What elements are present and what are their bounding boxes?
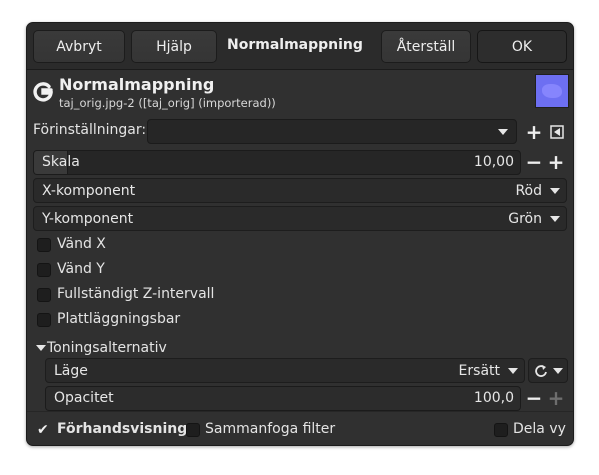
ok-button[interactable]: OK (477, 30, 567, 63)
y-component-label: Y-komponent (42, 210, 134, 227)
gegl-logo-icon (33, 82, 53, 102)
scale-label: Skala (42, 154, 80, 170)
tileable-label[interactable]: Plattläggningsbar (57, 311, 180, 327)
chevron-down-icon (550, 187, 560, 194)
footer-separator (27, 411, 573, 412)
preview-checkbox[interactable]: ✔ (37, 423, 51, 437)
chevron-down-icon (508, 367, 518, 374)
merge-filter-label[interactable]: Sammanfoga filter (205, 421, 335, 437)
full-z-label[interactable]: Fullständigt Z-intervall (57, 286, 214, 302)
header-bar: Avbryt Hjälp Normalmappning Återställ OK (27, 23, 573, 70)
opacity-fill (46, 387, 520, 410)
cancel-button[interactable]: Avbryt (33, 30, 125, 63)
flip-y-checkbox[interactable] (37, 263, 51, 277)
blend-mode-combo[interactable]: Läge Ersätt (45, 358, 525, 383)
full-z-checkbox[interactable] (37, 288, 51, 302)
y-component-combo[interactable]: Y-komponent Grön (33, 206, 567, 231)
chevron-down-icon (550, 215, 560, 222)
dialog-title: Normalmappning (227, 37, 363, 53)
opacity-label: Opacitet (54, 390, 114, 406)
composite-mode-icon (535, 364, 547, 377)
opacity-decrease-icon[interactable]: − (524, 387, 544, 409)
opacity-spinscale[interactable]: Opacitet 100,0 (45, 386, 521, 411)
chevron-down-icon (553, 367, 563, 374)
expander-arrow-icon[interactable] (36, 345, 46, 351)
flip-x-checkbox[interactable] (37, 238, 51, 252)
scale-increase-icon[interactable]: + (546, 151, 566, 173)
opacity-increase-icon[interactable]: + (546, 387, 566, 409)
add-preset-icon[interactable]: + (524, 121, 544, 143)
split-view-label[interactable]: Dela vy (513, 421, 566, 437)
scale-value: 10,00 (473, 154, 514, 170)
layer-thumbnail (535, 74, 569, 108)
x-component-combo[interactable]: X-komponent Röd (33, 178, 567, 203)
opacity-value: 100,0 (473, 390, 514, 406)
flip-y-label[interactable]: Vänd Y (57, 261, 105, 277)
x-component-value: Röd (515, 182, 542, 199)
operation-subtitle: taj_orig.jpg-2 ([taj_orig] (importerad)) (59, 96, 276, 110)
presets-combo[interactable] (147, 119, 517, 144)
help-button[interactable]: Hjälp (131, 30, 217, 63)
normal-map-dialog: Avbryt Hjälp Normalmappning Återställ OK… (26, 22, 574, 446)
reset-button[interactable]: Återställ (381, 30, 471, 63)
scale-spinscale[interactable]: Skala 10,00 (33, 150, 521, 175)
composite-mode-button[interactable] (528, 358, 568, 383)
x-component-label: X-komponent (42, 182, 136, 199)
preset-menu-icon[interactable] (547, 121, 567, 143)
blend-mode-value: Ersätt (458, 362, 500, 379)
operation-title: Normalmappning (59, 75, 215, 94)
chevron-down-icon (498, 129, 508, 135)
merge-filter-checkbox[interactable] (186, 423, 200, 437)
presets-label: Förinställningar: (33, 122, 147, 138)
y-component-value: Grön (508, 210, 542, 227)
blend-mode-label: Läge (54, 362, 88, 379)
split-view-checkbox[interactable] (494, 423, 508, 437)
blending-options-expander[interactable]: Toningsalternativ (47, 340, 167, 356)
preview-label[interactable]: Förhandsvisning (57, 421, 187, 437)
tileable-checkbox[interactable] (37, 313, 51, 327)
flip-x-label[interactable]: Vänd X (57, 236, 106, 252)
scale-decrease-icon[interactable]: − (524, 151, 544, 173)
